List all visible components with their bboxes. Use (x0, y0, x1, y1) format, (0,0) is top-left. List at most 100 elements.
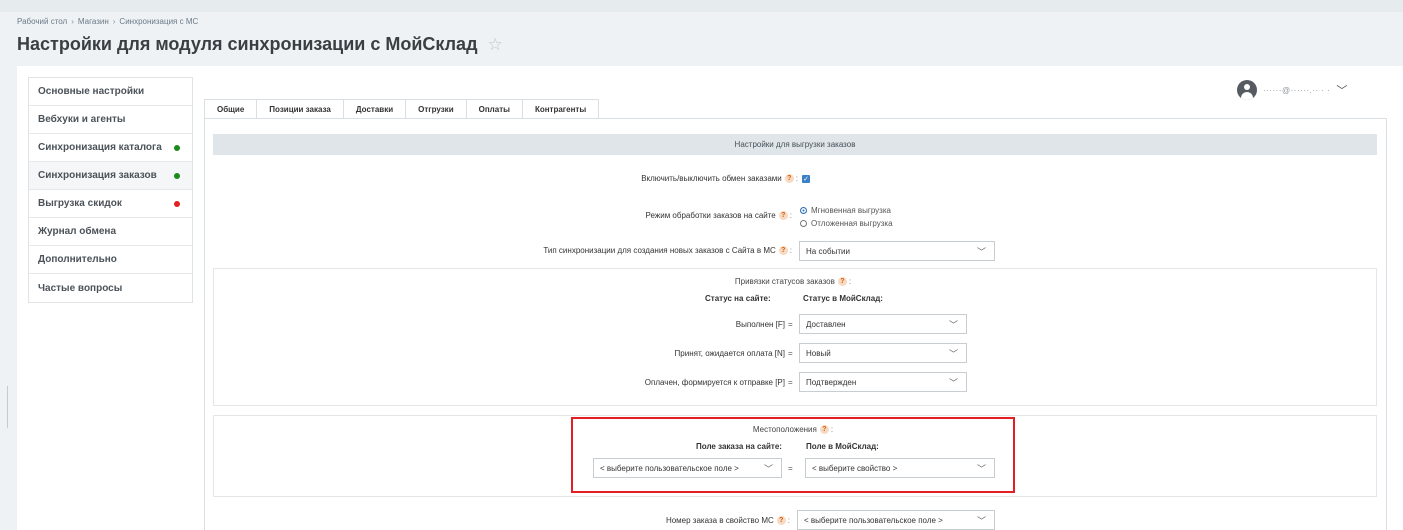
chevron-down-icon: ﹀ (763, 463, 773, 474)
sync-type-label: Тип синхронизации для создания новых зак… (543, 246, 776, 255)
sidebar-item-discounts[interactable]: Выгрузка скидок (29, 190, 192, 218)
select-value: На событии (806, 246, 850, 256)
label-colon: : (789, 211, 792, 220)
label-colon: : (787, 516, 790, 525)
sync-type-select[interactable]: На событии ﹀ (799, 241, 995, 261)
select-value: < выберите пользовательское поле > (600, 463, 739, 473)
col-ms-field: Поле в МойСклад: (806, 442, 879, 451)
sidebar-item-exchange-log[interactable]: Журнал обмена (29, 218, 192, 246)
sidebar-item-faq[interactable]: Частые вопросы (29, 274, 192, 302)
sidebar: Основные настройки Вебхуки и агенты Синх… (28, 77, 193, 303)
breadcrumb-item-shop[interactable]: Магазин (78, 17, 109, 26)
col-site-status: Статус на сайте: (705, 294, 771, 303)
status-bindings-box: Привязки статусов заказов ? : (213, 268, 1377, 406)
sync-type-row: Тип синхронизации для создания новых зак… (500, 246, 796, 255)
status-select-done[interactable]: Доставлен ﹀ (799, 314, 967, 334)
status-site-label: Принят, ожидается оплата [N] (674, 349, 785, 358)
breadcrumb: Рабочий стол › Магазин › Синхронизация с… (17, 17, 198, 26)
equals-sign: = (788, 320, 793, 329)
sidebar-item-label: Синхронизация каталога (38, 142, 162, 153)
exchange-checkbox[interactable]: ✓ (802, 174, 810, 183)
status-row-label: Оплачен, формируется к отправке [P] (560, 378, 785, 387)
sidebar-item-webhooks[interactable]: Вебхуки и агенты (29, 106, 192, 134)
page-title-text: Настройки для модуля синхронизации с Мой… (17, 34, 478, 54)
radio-instant[interactable]: Мгновенная выгрузка (800, 204, 893, 217)
col-ms-status: Статус в МойСклад: (803, 294, 883, 303)
tab-deliveries[interactable]: Доставки (343, 99, 407, 119)
sidebar-item-catalog-sync[interactable]: Синхронизация каталога (29, 134, 192, 162)
label-colon: : (795, 174, 798, 183)
select-value: Новый (806, 348, 831, 358)
help-icon[interactable]: ? (776, 516, 786, 525)
equals-sign: = (788, 464, 793, 473)
help-icon[interactable]: ? (784, 174, 794, 183)
sidebar-item-label: Вебхуки и агенты (38, 114, 126, 125)
exchange-label: Включить/выключить обмен заказами (641, 174, 782, 183)
status-bindings-title: Привязки статусов заказов ? : (214, 277, 1376, 286)
sidebar-item-orders-sync[interactable]: Синхронизация заказов (29, 162, 192, 190)
sidebar-item-main-settings[interactable]: Основные настройки (29, 78, 192, 106)
chevron-down-icon: ﹀ (976, 463, 986, 474)
radio-deferred[interactable]: Отложенная выгрузка (800, 217, 893, 230)
label-colon: : (848, 277, 852, 286)
equals-sign: = (788, 349, 793, 358)
status-select-new[interactable]: Новый ﹀ (799, 343, 967, 363)
help-icon[interactable]: ? (837, 277, 847, 286)
help-icon[interactable]: ? (778, 211, 788, 220)
section-header: Настройки для выгрузки заказов (213, 134, 1377, 155)
status-row-label: Выполнен [F] (560, 320, 785, 329)
status-select-paid[interactable]: Подтвержден ﹀ (799, 372, 967, 392)
page-title: Настройки для модуля синхронизации с Мой… (17, 34, 503, 55)
radio-label: Мгновенная выгрузка (811, 206, 891, 215)
locations-box: Местоположения ? : (213, 415, 1377, 497)
chevron-down-icon: ﹀ (976, 246, 986, 257)
mode-label: Режим обработки заказов на сайте (645, 211, 776, 220)
avatar (1237, 80, 1257, 100)
tab-counterparties[interactable]: Контрагенты (522, 99, 600, 119)
col-site-field: Поле заказа на сайте: (696, 442, 782, 451)
user-name: ······@······.·· · · (1263, 85, 1331, 95)
sidebar-item-label: Синхронизация заказов (38, 170, 157, 181)
tab-order-items[interactable]: Позиции заказа (257, 99, 344, 119)
user-menu[interactable]: ······@······.·· · · ﹀ (1237, 80, 1347, 100)
star-icon[interactable]: ☆ (488, 35, 503, 55)
tab-payments[interactable]: Оплаты (466, 99, 523, 119)
left-panel-handle[interactable] (0, 386, 8, 428)
radio-label: Отложенная выгрузка (811, 219, 893, 228)
status-dot-red-icon (174, 200, 180, 207)
breadcrumb-separator: › (71, 17, 74, 26)
label-colon: : (830, 425, 834, 434)
location-site-field-select[interactable]: < выберите пользовательское поле > ﹀ (593, 458, 782, 478)
select-value: Доставлен (806, 319, 846, 329)
location-ms-property-select[interactable]: < выберите свойство > ﹀ (805, 458, 995, 478)
status-site-label: Выполнен [F] (735, 320, 785, 329)
tab-bar: Общие Позиции заказа Доставки Отгрузки О… (204, 99, 600, 119)
sidebar-item-label: Основные настройки (38, 86, 145, 97)
chevron-down-icon: ﹀ (948, 377, 958, 388)
radio-button[interactable] (800, 220, 807, 228)
order-number-select[interactable]: < выберите пользовательское поле > ﹀ (797, 510, 995, 530)
sidebar-item-label: Дополнительно (38, 254, 117, 265)
status-bindings-title-text: Привязки статусов заказов (734, 277, 835, 286)
sidebar-item-label: Журнал обмена (38, 226, 117, 237)
mode-radio-group: Мгновенная выгрузка Отложенная выгрузка (800, 204, 893, 230)
mode-row: Режим обработки заказов на сайте ? : (560, 211, 796, 220)
locations-title-text: Местоположения (752, 425, 817, 434)
breadcrumb-separator: › (112, 17, 116, 26)
help-icon[interactable]: ? (819, 425, 829, 434)
chevron-down-icon: ﹀ (948, 348, 958, 359)
tab-general[interactable]: Общие (204, 99, 258, 119)
status-dot-green-icon (174, 144, 180, 151)
tab-shipments[interactable]: Отгрузки (406, 99, 467, 119)
status-dot-green-icon (174, 172, 180, 179)
select-value: < выберите пользовательское поле > (804, 515, 943, 525)
chevron-down-icon[interactable]: ﹀ (1336, 82, 1347, 98)
help-icon[interactable]: ? (778, 246, 788, 255)
radio-button[interactable] (800, 207, 807, 215)
sidebar-item-additional[interactable]: Дополнительно (29, 246, 192, 274)
breadcrumb-item-sync[interactable]: Синхронизация с МС (119, 17, 198, 26)
exchange-row: Включить/выключить обмен заказами ? : ✓ (560, 174, 810, 183)
sidebar-item-label: Частые вопросы (38, 282, 123, 294)
equals-sign: = (788, 378, 793, 387)
breadcrumb-item-desktop[interactable]: Рабочий стол (17, 17, 67, 26)
